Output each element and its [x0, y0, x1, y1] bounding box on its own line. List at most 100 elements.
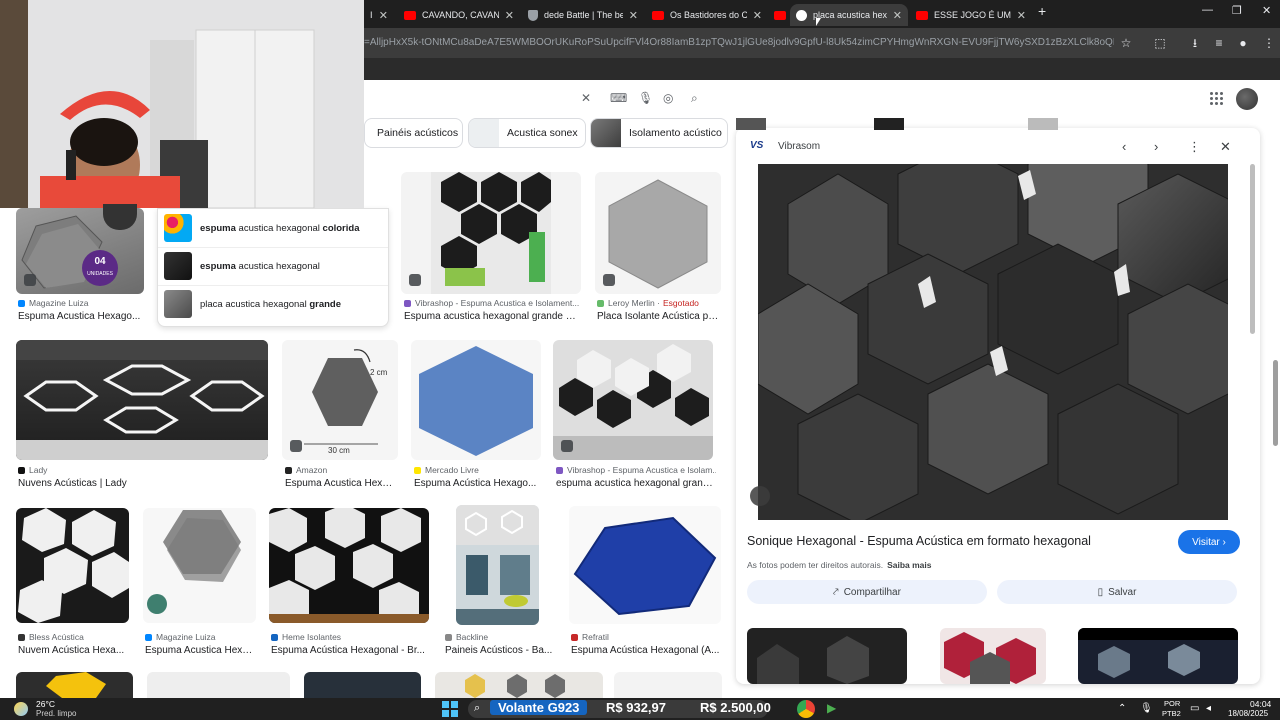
result-source[interactable]: Backline: [445, 632, 553, 642]
result-image[interactable]: [435, 672, 603, 698]
panel-scrollbar[interactable]: [1250, 164, 1255, 334]
result-title[interactable]: Placa Isolante Acústica pa...: [597, 311, 719, 322]
chevron-left-icon[interactable]: ‹: [1122, 139, 1126, 154]
tab-pinned[interactable]: [770, 4, 790, 26]
media-icon[interactable]: ≡: [1212, 36, 1226, 50]
result-title[interactable]: Nuvens Acústicas | Lady: [18, 478, 266, 489]
result-image[interactable]: [143, 508, 256, 623]
result-image[interactable]: [401, 172, 581, 294]
site-name[interactable]: Vibrasom: [778, 141, 820, 152]
result-title[interactable]: Paineis Acústicos - Ba...: [445, 645, 553, 656]
chevron-up-icon[interactable]: ⌃: [1118, 703, 1126, 714]
close-icon[interactable]: ✕: [499, 9, 514, 22]
tab-partial[interactable]: IC ✕: [364, 4, 394, 26]
download-icon[interactable]: ⭳: [1188, 36, 1202, 50]
result-source[interactable]: Refratil: [571, 632, 721, 642]
result-image[interactable]: [147, 672, 290, 698]
result-image[interactable]: [411, 340, 541, 460]
app-launcher-icon[interactable]: ▶: [827, 701, 836, 715]
learn-more-link[interactable]: Saiba mais: [887, 560, 931, 570]
related-image[interactable]: [940, 628, 1046, 684]
lens-icon[interactable]: ◎: [663, 91, 673, 105]
result-title[interactable]: Espuma Acustica Hexa...: [285, 478, 395, 489]
result-image[interactable]: [595, 172, 721, 294]
result-image[interactable]: [16, 672, 133, 698]
save-button[interactable]: ▯ Salvar: [997, 580, 1237, 604]
result-source[interactable]: Bless Acústica: [18, 632, 130, 642]
suggestion-item[interactable]: espuma acustica hexagonal colorida: [158, 209, 388, 248]
search-icon[interactable]: ⌕: [691, 91, 698, 106]
suggestion-item[interactable]: espuma acustica hexagonal: [158, 247, 388, 286]
tab-placa-acustica[interactable]: placa acustica hexag ✕: [790, 4, 908, 26]
result-image[interactable]: [553, 340, 713, 460]
close-icon[interactable]: ✕: [1220, 139, 1231, 155]
result-title[interactable]: Espuma Acustica Hexa...: [145, 645, 255, 656]
clock-time[interactable]: 04:04: [1250, 699, 1271, 709]
avatar[interactable]: [1236, 88, 1258, 110]
result-source[interactable]: Magazine Luiza: [145, 632, 257, 642]
clock-date[interactable]: 18/08/2025: [1228, 709, 1268, 718]
share-button[interactable]: ⤤ Compartilhar: [747, 580, 987, 604]
page-scrollbar[interactable]: [1273, 360, 1278, 446]
result-image[interactable]: [569, 506, 721, 624]
microphone-icon[interactable]: 🎙: [638, 91, 653, 105]
chevron-right-icon[interactable]: ›: [1154, 139, 1158, 154]
chip-acustica-sonex[interactable]: Acustica sonex: [468, 118, 586, 148]
weather-desc[interactable]: Pred. limpo: [36, 709, 76, 718]
result-image[interactable]: [614, 672, 722, 698]
result-source[interactable]: Lady: [18, 465, 266, 475]
close-window-button[interactable]: ✕: [1262, 4, 1271, 17]
result-source[interactable]: Vibrashop - Espuma Acustica e Isolament.…: [404, 298, 580, 308]
clear-icon[interactable]: ✕: [581, 91, 591, 105]
microphone-icon[interactable]: 🎙: [1140, 703, 1153, 714]
preview-image[interactable]: [758, 164, 1228, 520]
related-image[interactable]: [1078, 628, 1238, 684]
extensions-icon[interactable]: ⬚: [1153, 36, 1167, 50]
lens-search-icon[interactable]: [750, 486, 770, 506]
result-image[interactable]: 2 cm 30 cm: [282, 340, 398, 460]
result-source[interactable]: Magazine Luiza: [18, 298, 146, 308]
maximize-button[interactable]: ❐: [1232, 4, 1242, 17]
result-title[interactable]: Espuma Acústica Hexagonal - Br...: [271, 645, 429, 656]
related-image[interactable]: [747, 628, 907, 684]
close-icon[interactable]: ✕: [887, 9, 902, 22]
minimize-button[interactable]: —: [1202, 4, 1213, 16]
result-title[interactable]: Nuvem Acústica Hexa...: [18, 645, 130, 656]
tab-esse-jogo[interactable]: ESSE JOGO É UM CA ✕: [910, 4, 1032, 26]
result-image[interactable]: [304, 672, 421, 698]
tab-bastidores[interactable]: Os Bastidores do Co ✕: [646, 4, 768, 26]
url-field[interactable]: =AlljpHxX5k-tONtMCu8aDeA7E5WMBOOrUKuRoPS…: [364, 34, 1114, 52]
volume-icon[interactable]: ◂: [1206, 703, 1211, 714]
result-source[interactable]: Amazon: [285, 465, 397, 475]
result-title[interactable]: Espuma Acústica Hexagonal (A...: [571, 645, 721, 656]
windows-start-icon[interactable]: [442, 701, 458, 717]
network-icon[interactable]: ▭: [1190, 703, 1199, 714]
result-title[interactable]: espuma acustica hexagonal grande...: [556, 478, 718, 489]
suggestion-item[interactable]: placa acustica hexagonal grande: [158, 285, 388, 323]
result-image[interactable]: [16, 340, 268, 460]
result-image[interactable]: [16, 508, 129, 623]
result-source[interactable]: Leroy Merlin · Esgotado: [597, 298, 721, 308]
apps-grid-icon[interactable]: [1210, 92, 1224, 106]
result-source[interactable]: Heme Isolantes: [271, 632, 431, 642]
result-image[interactable]: [456, 505, 539, 625]
result-title[interactable]: Espuma acustica hexagonal grande 3...: [404, 311, 576, 322]
weather-icon[interactable]: [14, 702, 28, 716]
result-source[interactable]: Vibrashop - Espuma Acustica e Isolam...: [556, 465, 716, 475]
chrome-icon[interactable]: [797, 700, 815, 718]
close-icon[interactable]: ✕: [747, 9, 762, 22]
chip-isolamento-acustico[interactable]: Isolamento acústico: [590, 118, 728, 148]
close-icon[interactable]: ✕: [1011, 9, 1026, 22]
new-tab-button[interactable]: +: [1038, 3, 1046, 19]
tab-cavando[interactable]: CAVANDO, CAVANDO ✕: [398, 4, 520, 26]
preview-title[interactable]: Sonique Hexagonal - Espuma Acústica em f…: [747, 534, 1091, 548]
keyboard-icon[interactable]: ⌨: [610, 91, 627, 105]
result-image[interactable]: [269, 508, 429, 623]
star-icon[interactable]: ☆: [1119, 36, 1133, 50]
result-title[interactable]: Espuma Acústica Hexago...: [414, 478, 538, 489]
result-source[interactable]: Mercado Livre: [414, 465, 540, 475]
result-title[interactable]: Espuma Acustica Hexago...: [18, 311, 142, 322]
more-icon[interactable]: ⋮: [1188, 139, 1201, 155]
weather-temp[interactable]: 26°C: [36, 699, 55, 709]
tab-battle[interactable]: dede Battle | The bes ✕: [522, 4, 644, 26]
